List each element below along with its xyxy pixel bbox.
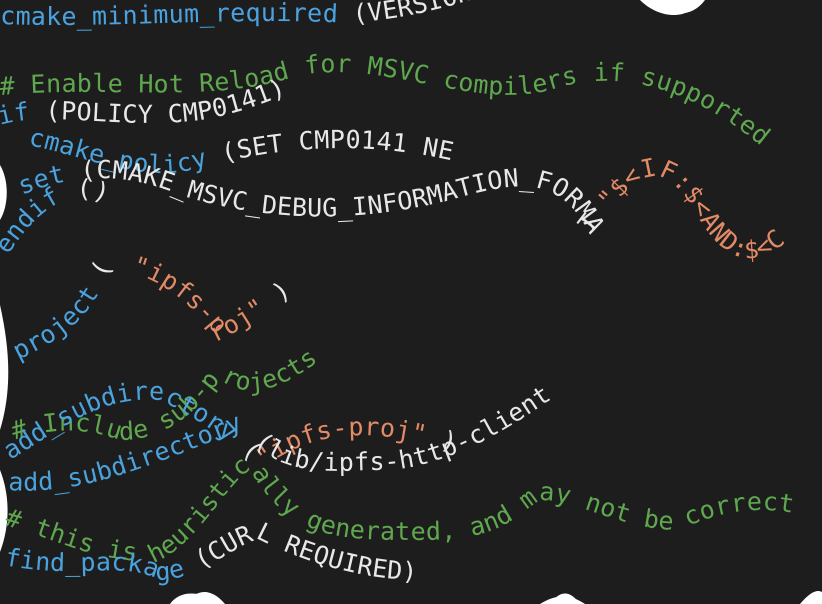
keyword-text: cmake_minimum_required <box>0 0 339 31</box>
keyword-text: if <box>0 97 31 131</box>
distorted-code-screenshot: cmake_minimum_required (VERSION 3.8) # E… <box>0 0 822 604</box>
code-canvas: cmake_minimum_required (VERSION 3.8) # E… <box>0 0 822 604</box>
